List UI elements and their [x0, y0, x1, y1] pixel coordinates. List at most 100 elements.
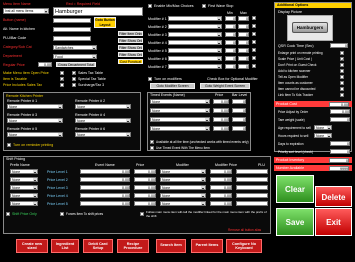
button-name-input[interactable] [53, 18, 91, 23]
goto-button-layout[interactable]: Goto Button Layout [94, 17, 116, 28]
modifier-min-input[interactable]: 0 [225, 24, 236, 29]
option-checkbox[interactable] [340, 75, 344, 79]
surcharge-checkbox[interactable] [72, 83, 76, 87]
filter-show-only-button-3[interactable]: Filter Show Only [118, 52, 143, 57]
delete-button[interactable]: Delete [315, 186, 352, 207]
shift-modifier-select[interactable]: None [160, 169, 206, 174]
available-all-checkbox[interactable] [150, 140, 154, 144]
shift-event-input[interactable]: 0.00 [80, 185, 130, 190]
goto-modifier-screen-button[interactable]: Goto Modifier Screen [150, 83, 195, 89]
shift-modifier-select[interactable]: None [160, 177, 206, 182]
remove-alias-link[interactable]: Remove all button alias [228, 228, 261, 232]
product-cost-input[interactable]: 0.00 [329, 101, 349, 107]
modifier-optional-checkbox[interactable] [252, 16, 256, 20]
shift-plu-input[interactable] [236, 193, 268, 198]
exit-button[interactable]: Exit [315, 208, 352, 236]
shift-price-input[interactable]: 0.00 [134, 193, 156, 198]
enable-choices-checkbox[interactable] [148, 4, 152, 8]
ingredient-list-button[interactable]: Ingredient List [51, 239, 79, 253]
goto-weight-event-screen-button[interactable]: Goto Weight Event Screen [200, 83, 250, 89]
timed-level-input[interactable]: 0 [232, 126, 246, 131]
filter-show-only-button-1[interactable]: Filter Show Only [118, 38, 143, 43]
timed-price-input[interactable]: 0.00 [213, 117, 229, 122]
shift-modifier-price-input[interactable]: 0.00 [210, 185, 232, 190]
modifier-min-input[interactable]: 0 [225, 40, 236, 45]
menu-items-dropdown[interactable]: Inst all menu items [3, 8, 49, 14]
timed-price-input[interactable]: 0.00 [213, 126, 229, 131]
special-tax-checkbox[interactable] [72, 77, 76, 81]
shift-modifier-select[interactable]: None [160, 201, 206, 206]
save-button[interactable]: Save [276, 208, 314, 236]
shift-event-input[interactable]: 0.00 [80, 201, 130, 206]
filter-item-only-button[interactable]: Filter Item Only [118, 31, 143, 36]
remote-printer-1-select[interactable]: None [7, 104, 63, 109]
product-inventory-input[interactable]: 0 [329, 157, 349, 163]
shift-price-input[interactable]: 0.00 [134, 201, 156, 206]
remote-printer-2-select[interactable]: None [75, 104, 131, 109]
option-checkbox[interactable] [340, 87, 344, 91]
modifier-max-input[interactable]: 0 [238, 32, 249, 37]
option-checkbox[interactable] [340, 57, 344, 61]
modifier-max-input[interactable]: 0 [238, 56, 249, 61]
shift-plu-input[interactable] [236, 177, 268, 182]
modifier-max-input[interactable]: 0 [238, 24, 249, 29]
plu-input[interactable] [53, 36, 91, 41]
kitchen-name-input[interactable] [53, 27, 91, 32]
remote-printer-5-select[interactable]: None [7, 132, 63, 137]
tare-weight-input[interactable]: 0 [330, 117, 350, 122]
remote-printer-4-select[interactable]: None [75, 118, 131, 123]
shift-price-only-checkbox[interactable] [6, 212, 10, 216]
shift-modifier-price-input[interactable]: 0.00 [210, 177, 232, 182]
timed-event-select[interactable]: None [150, 117, 210, 122]
qsr-cook-time-input[interactable]: 0 [330, 43, 348, 48]
recipe-procedure-button[interactable]: Recipe Procedure [117, 239, 149, 253]
shift-plu-input[interactable] [236, 185, 268, 190]
cost-punctuat-button[interactable]: Cost Punctuat [118, 59, 143, 64]
modifier-min-input[interactable]: 0 [225, 32, 236, 37]
modifier-optional-checkbox[interactable] [252, 32, 256, 36]
modifier-min-input[interactable]: 0 [225, 56, 236, 61]
modifier-select[interactable] [168, 32, 222, 37]
timed-level-input[interactable]: 0 [232, 117, 246, 122]
turn-on-modifiers-checkbox[interactable] [148, 77, 152, 81]
modifier-max-input[interactable]: 0 [238, 64, 249, 69]
shift-modifier-price-input[interactable]: 0.00 [210, 193, 232, 198]
regular-price-input[interactable]: 0.00 [38, 62, 52, 67]
remote-printer-6-select[interactable]: None [75, 132, 131, 137]
modifier-min-input[interactable]: 0 [225, 64, 236, 69]
modifier-select[interactable] [168, 56, 222, 61]
remote-printer-3-select[interactable]: None [7, 118, 63, 123]
create-new-sized-button[interactable]: Create new sized [16, 239, 48, 253]
modifier-min-input[interactable]: 0 [225, 48, 236, 53]
department-dropdown[interactable]: Food [53, 54, 97, 59]
modifier-min-input[interactable]: 0 [225, 16, 236, 21]
modifier-select[interactable] [168, 48, 222, 53]
shift-prefix-select[interactable]: None [10, 193, 38, 198]
shift-prefix-select[interactable]: None [10, 185, 38, 190]
shift-prefix-select[interactable]: None [10, 201, 38, 206]
search-item-button[interactable]: Search Item [156, 239, 186, 253]
first-stop-checkbox[interactable] [202, 4, 206, 8]
timed-price-input[interactable]: 0.00 [213, 99, 229, 104]
option-checkbox[interactable] [340, 81, 344, 85]
modifier-select[interactable] [168, 16, 222, 21]
shift-modifier-price-input[interactable]: 0.00 [210, 201, 232, 206]
timed-level-input[interactable]: 0 [232, 108, 246, 113]
timed-event-select[interactable]: None [150, 126, 210, 131]
modifier-optional-checkbox[interactable] [252, 48, 256, 52]
price-adjust-input[interactable]: 0.00 [330, 109, 350, 114]
hours-required-select[interactable]: None [314, 133, 332, 138]
number-available-input[interactable]: 9999 [329, 165, 349, 171]
shift-price-input[interactable]: 0.00 [134, 185, 156, 190]
priority-sort-input[interactable]: 0 [330, 149, 350, 154]
shift-plu-input[interactable] [236, 201, 268, 206]
item-name-input[interactable]: Hamburger [53, 7, 143, 16]
gross-department-total-button[interactable]: Gross Department Total [56, 62, 96, 67]
shift-modifier-select[interactable]: None [160, 185, 206, 190]
debit-card-setup-button[interactable]: Debit Card Setup [83, 239, 113, 253]
item-taxable-checkbox[interactable] [60, 77, 64, 81]
modifier-optional-checkbox[interactable] [252, 40, 256, 44]
modifier-max-input[interactable]: 0 [238, 40, 249, 45]
open-price-checkbox[interactable] [60, 71, 64, 75]
shift-price-input[interactable]: 0.00 [134, 169, 156, 174]
